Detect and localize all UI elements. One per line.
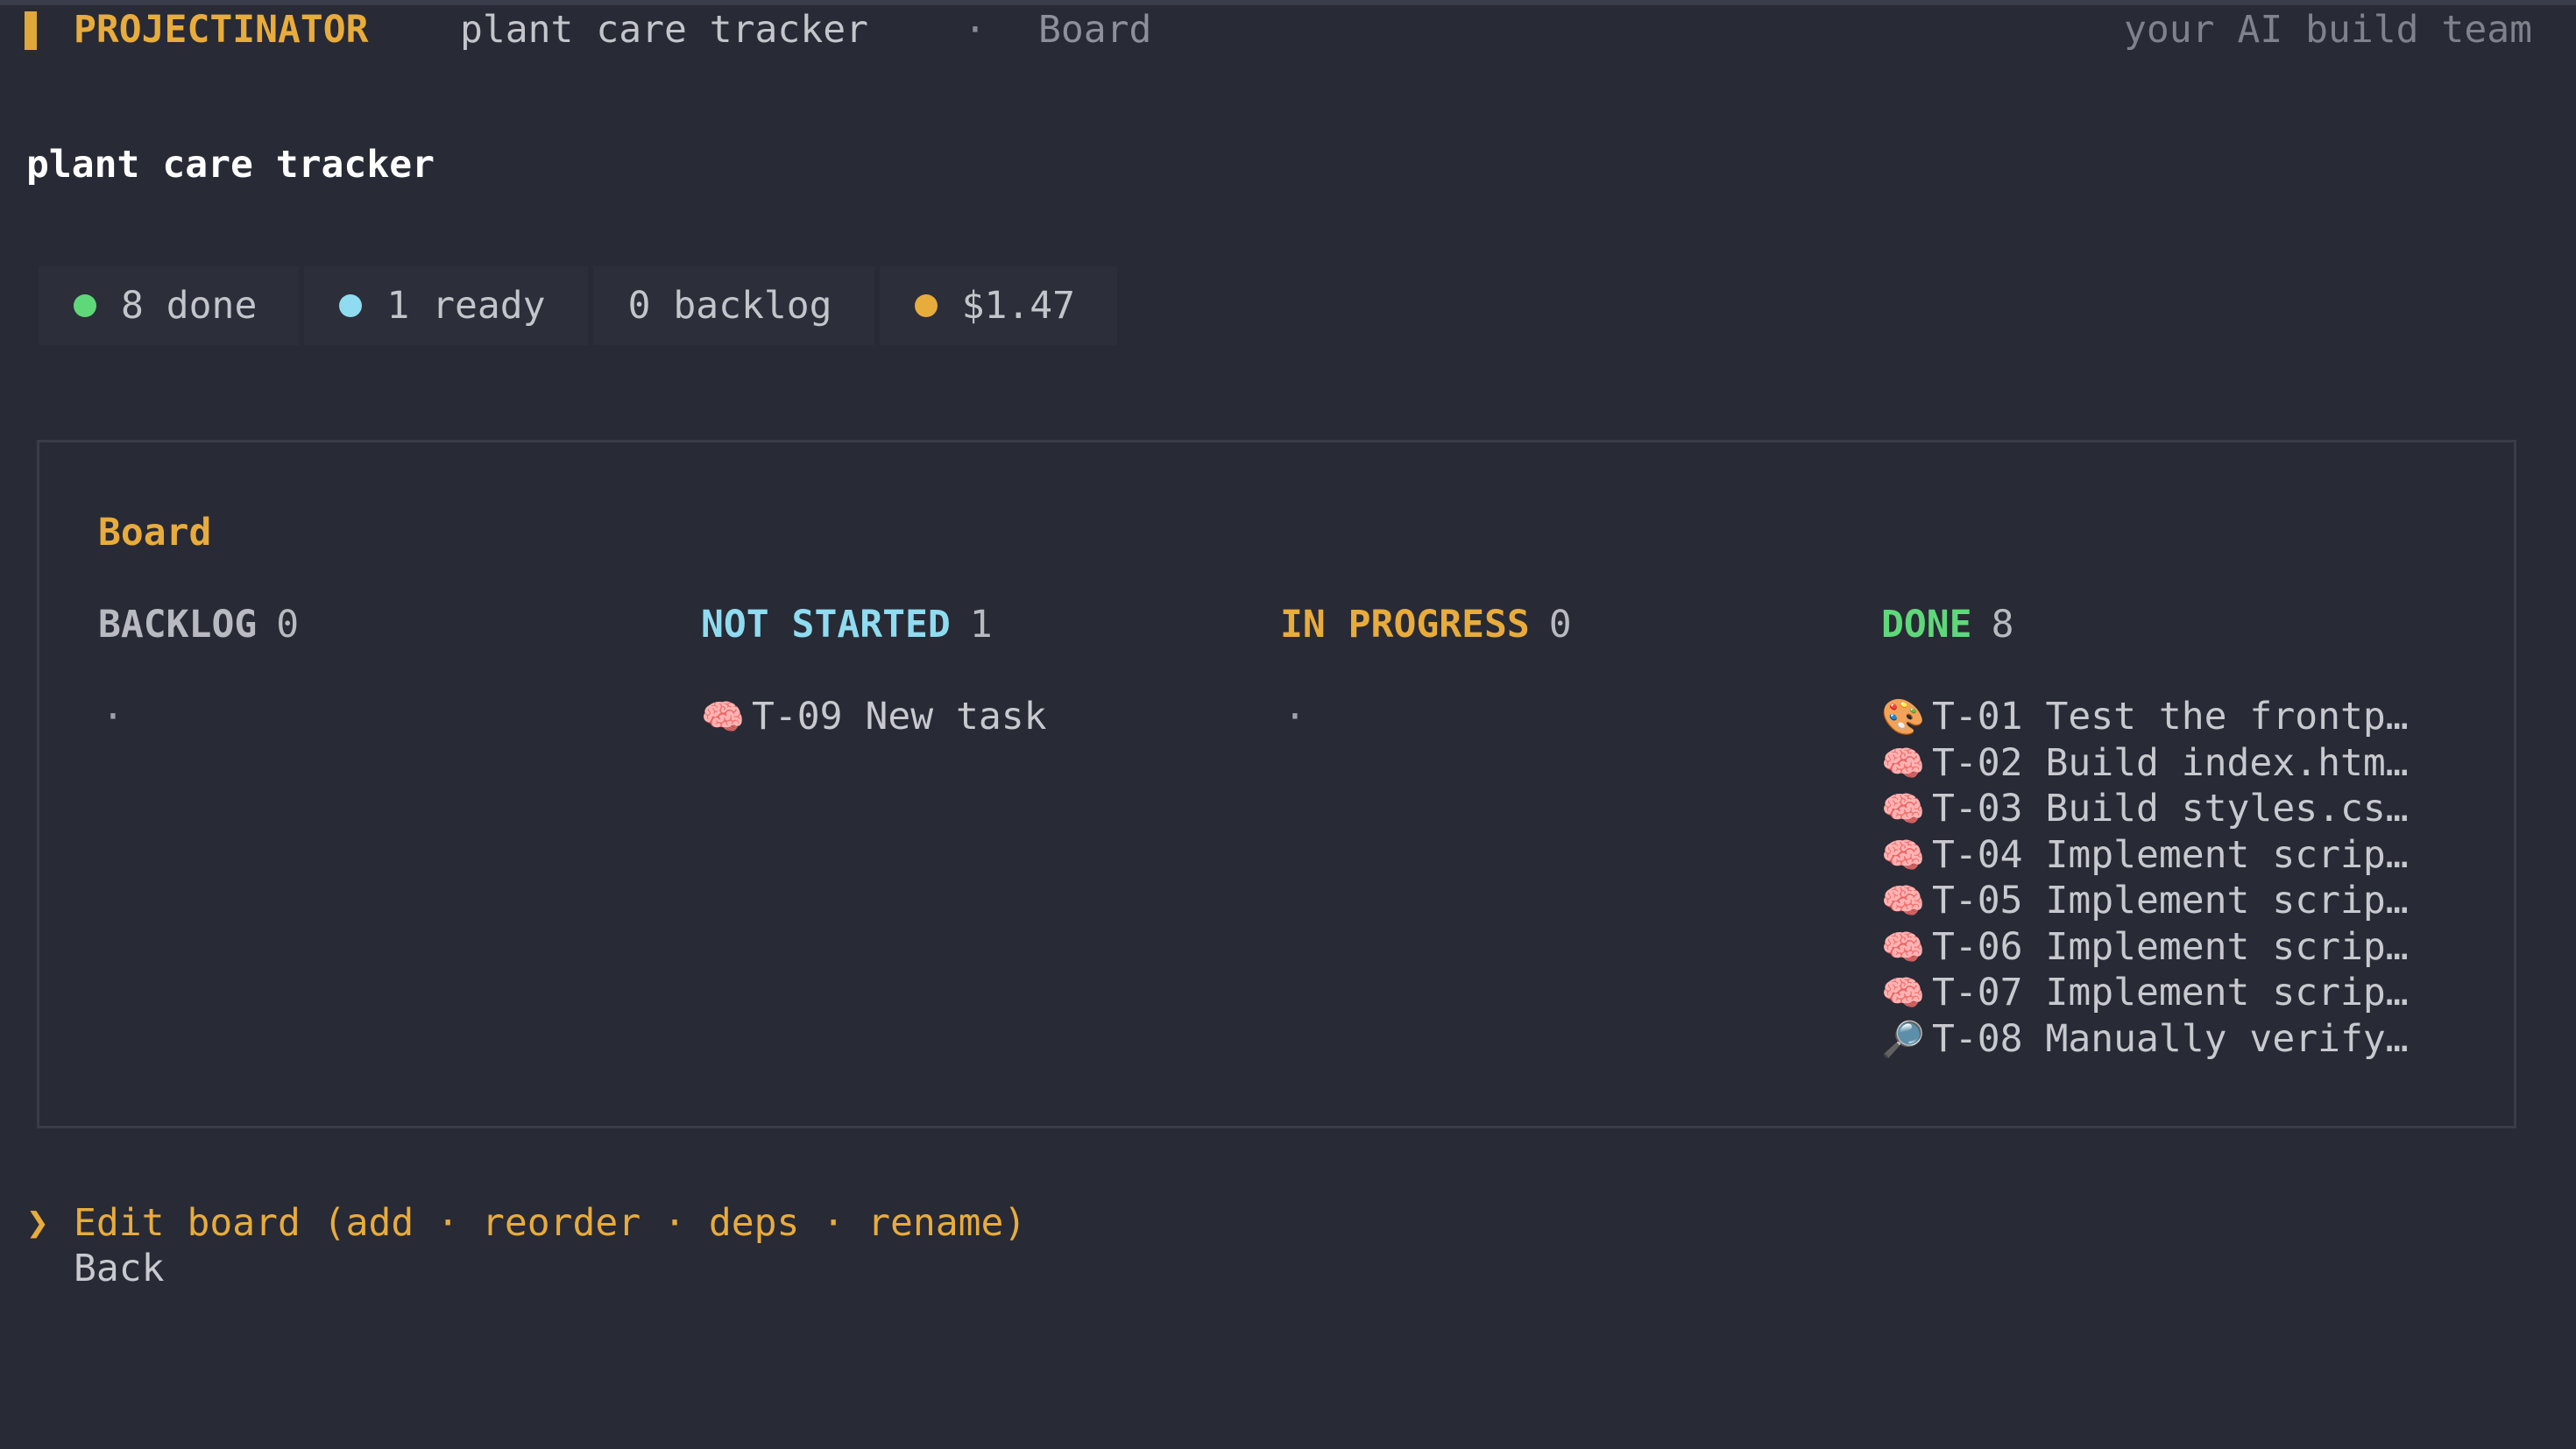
brand-bar-icon [25,11,37,50]
stats-bar: 8 done 1 ready 0 backlog $1.47 [39,266,1118,345]
status-dot-icon [339,294,363,317]
board-title: Board [98,511,212,555]
magnifier-icon: 🔎 [1881,1019,1925,1060]
stat-cost: $1.47 [879,266,1118,345]
column-header: BACKLOG 0 [98,602,299,647]
task-item[interactable]: 🔎 T-08 Manually verify… [1881,1016,2409,1063]
task-label: T-06 Implement scrip… [1932,924,2409,969]
menu-item-edit-board[interactable]: ❯ Edit board (add · reorder · deps · rena… [26,1200,1026,1246]
column-not-started: NOT STARTED 1 🧠 T-09 New task [701,602,1047,740]
task-label: T-07 Implement scrip… [1932,971,2409,1014]
stat-ready: 1 ready [304,266,588,345]
column-count: 0 [1548,603,1572,647]
stat-done-label: 8 done [121,284,258,328]
column-in-progress: IN PROGRESS 0 · [1280,602,1572,740]
app-header: PROJECTINATOR plant care tracker · Board… [0,5,2576,54]
task-label: T-02 Build index.htm… [1932,740,2409,785]
empty-placeholder: · [102,695,124,739]
brain-icon: 🧠 [1881,927,1925,968]
column-title: IN PROGRESS [1280,603,1530,647]
app-brand: PROJECTINATOR [74,8,369,52]
stat-ready-label: 1 ready [386,284,546,328]
header-breadcrumb-board: Board [1038,8,1152,52]
stat-backlog-label: 0 backlog [627,284,832,328]
brain-icon: 🧠 [1881,835,1925,876]
brain-icon: 🧠 [701,697,745,738]
task-item[interactable]: 🧠 T-03 Build styles.cs… [1881,786,2409,832]
task-label: T-01 Test the frontp… [1932,695,2409,739]
column-title: DONE [1881,603,1972,647]
menu-item-label: Back [74,1247,165,1290]
stat-backlog: 0 backlog [592,266,874,345]
task-item[interactable]: 🧠 T-09 New task [701,694,1047,740]
stat-cost-label: $1.47 [961,284,1076,328]
task-label: T-09 New task [752,695,1047,739]
task-label: T-05 Implement scrip… [1932,879,2409,922]
task-label: T-04 Implement scrip… [1932,832,2409,877]
task-item[interactable]: 🧠 T-04 Implement scrip… [1881,832,2409,879]
menu-item-back[interactable]: Back [26,1246,1026,1291]
task-label: T-08 Manually verify… [1932,1016,2409,1061]
status-dot-icon [914,294,938,317]
column-done: DONE 8 🎨 T-01 Test the frontp… 🧠 T-02 Build… [1881,602,2409,1062]
task-item[interactable]: 🧠 T-05 Implement scrip… [1881,878,2409,924]
task-item[interactable]: 🧠 T-07 Implement scrip… [1881,970,2409,1016]
stat-done: 8 done [39,266,300,345]
header-project-name: plant care tracker [460,8,868,52]
column-count: 1 [969,603,993,647]
page-title: plant care tracker [26,143,435,187]
brain-icon: 🧠 [1881,743,1925,784]
column-header: IN PROGRESS 0 [1280,602,1572,647]
brain-icon: 🧠 [1881,973,1925,1014]
task-item[interactable]: 🎨 T-01 Test the frontp… [1881,694,2409,740]
column-title: NOT STARTED [701,603,951,647]
status-dot-icon [74,294,96,317]
brain-icon: 🧠 [1881,789,1925,830]
task-item[interactable]: 🧠 T-06 Implement scrip… [1881,924,2409,971]
column-backlog: BACKLOG 0 · [98,602,299,740]
brain-icon: 🧠 [1881,881,1925,922]
column-header: NOT STARTED 1 [701,602,1047,647]
palette-icon: 🎨 [1881,697,1925,738]
column-title: BACKLOG [98,603,258,647]
column-count: 0 [276,603,300,647]
header-tagline: your AI build team [2124,8,2532,52]
menu-item-label: Edit board (add · reorder · deps · renam… [74,1201,1027,1245]
column-count: 8 [1991,603,2014,647]
task-item[interactable]: 🧠 T-02 Build index.htm… [1881,740,2409,787]
empty-placeholder: · [1284,695,1306,739]
column-header: DONE 8 [1881,602,2409,647]
header-separator: · [964,8,987,52]
selection-caret-icon: ❯ [26,1201,49,1245]
action-menu: ❯ Edit board (add · reorder · deps · rena… [26,1200,1026,1291]
task-label: T-03 Build styles.cs… [1932,787,2409,831]
